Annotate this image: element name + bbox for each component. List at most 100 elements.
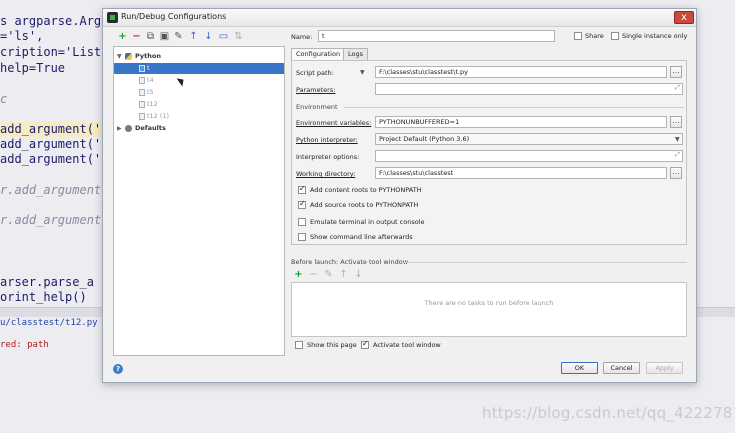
name-label: Name: [291,33,313,41]
show-page-label: Show this page [307,341,357,349]
code-line: ='ls', [0,29,44,43]
parameters-label: Parameters: [296,86,336,94]
tree-item-t12-1[interactable]: t12 (1) [114,111,284,122]
expand-icon[interactable]: ⤢ [675,84,680,92]
code-line: arser.parse_a [0,275,94,289]
code-line: c [0,92,8,106]
move-task-down-icon[interactable]: ↓ [353,269,364,281]
tree-group-defaults[interactable]: ▶ Defaults [114,123,284,134]
tree-group-label: Python [135,52,161,60]
apply-button[interactable]: Apply [646,362,683,374]
interpreter-select[interactable]: Project Default (Python 3.6) [375,133,683,145]
emulate-terminal-checkbox[interactable] [298,218,306,226]
tree-item-t12[interactable]: t12 [114,99,284,110]
add-task-icon[interactable]: + [293,269,304,281]
chevron-down-icon[interactable]: ▼ [675,136,680,143]
tab-logs[interactable]: Logs [343,48,368,60]
single-instance-label: Single instance only [622,32,688,40]
remove-task-icon[interactable]: − [308,269,319,281]
tree-item-t5[interactable]: t5 [114,87,284,98]
code-line: r.add_argument [0,213,102,227]
watermark: https://blog.csdn.net/qq_42227818 [482,404,735,422]
tree-item-label: t12 (1) [147,112,170,120]
interpreter-options-field[interactable] [375,150,683,162]
close-button[interactable]: x [674,11,694,24]
empty-tasks-text: There are no tasks to run before launch [424,299,554,307]
code-line: help=True [0,61,66,75]
activate-tool-checkbox[interactable] [361,339,369,349]
configuration-tree[interactable]: ▼ Python t t4 t5 t12 t12 (1) ▶ Defaults [113,46,285,356]
move-down-icon[interactable]: ↓ [203,31,214,43]
move-up-icon[interactable]: ↑ [188,31,199,43]
python-file-icon [139,77,145,84]
python-file-icon [139,101,145,108]
source-roots-label: Add source roots to PYTHONPATH [310,201,419,209]
share-label: Share [585,32,604,40]
browse-script-button[interactable]: … [670,66,682,78]
tab-configuration[interactable]: Configuration [291,48,346,60]
folder-icon[interactable]: ▭ [218,31,229,43]
script-path-label: Script path: [296,69,334,77]
run-debug-configurations-dialog: Run/Debug Configurations x + − ⧉ ▣ ✎ ↑ ↓… [102,8,697,383]
tree-group-label: Defaults [135,124,166,132]
section-divider [344,107,684,108]
browse-working-dir-button[interactable]: … [670,167,682,179]
interpreter-label: Python interpreter: [296,136,358,144]
tree-item-t4[interactable]: t4 [114,75,284,86]
chevron-right-icon[interactable]: ▶ [117,123,122,134]
sort-icon[interactable]: ⇅ [233,31,244,43]
show-command-line-label: Show command line afterwards [310,233,413,241]
activate-tool-label: Activate tool window [373,341,441,349]
edit-env-vars-button[interactable]: … [670,116,682,128]
add-icon[interactable]: + [117,31,128,43]
run-output-file-path[interactable]: u/classtest/t12.py [0,318,98,328]
code-line-highlighted: add_argument(' [0,122,110,137]
tree-item-label: t5 [147,88,154,96]
content-roots-checkbox[interactable] [298,184,306,194]
code-line: r.add_argument [0,183,102,197]
cancel-button[interactable]: Cancel [603,362,640,374]
emulate-terminal-label: Emulate terminal in output console [310,218,425,226]
name-field[interactable]: t [318,30,555,42]
move-task-up-icon[interactable]: ↑ [338,269,349,281]
ok-button[interactable]: OK [561,362,598,374]
chevron-down-icon[interactable]: ▼ [360,69,365,76]
script-path-field[interactable]: F:\classes\stu\classtest\t.py [375,66,667,78]
chevron-down-icon[interactable]: ▼ [117,51,122,62]
wrench-icon[interactable]: ✎ [173,31,184,43]
environment-section-label[interactable]: Environment [296,103,338,111]
tree-item-label: t12 [147,100,158,108]
save-icon[interactable]: ▣ [159,31,170,43]
code-line: add_argument(' [0,152,102,166]
copy-icon[interactable]: ⧉ [145,31,156,43]
show-page-checkbox[interactable] [295,341,303,349]
show-command-line-checkbox[interactable] [298,233,306,241]
python-icon [125,53,132,60]
run-output-error: red: path [0,340,49,350]
share-checkbox[interactable] [574,32,582,40]
source-roots-checkbox[interactable] [298,199,306,209]
env-vars-field[interactable]: PYTHONUNBUFFERED=1 [375,116,667,128]
dialog-titlebar[interactable]: Run/Debug Configurations x [103,9,696,27]
tree-item-label: t [147,64,150,72]
before-launch-label[interactable]: Before launch: Activate tool window [291,258,408,266]
content-roots-label: Add content roots to PYTHONPATH [310,186,422,194]
parameters-field[interactable] [375,83,683,95]
remove-icon[interactable]: − [131,31,142,43]
help-icon[interactable]: ? [113,364,123,374]
expand-icon[interactable]: ⤢ [675,151,680,159]
tree-item-t[interactable]: t [114,63,284,74]
single-instance-checkbox[interactable] [611,32,619,40]
python-file-icon [139,65,145,72]
tree-item-label: t4 [147,76,154,84]
edit-task-icon[interactable]: ✎ [323,269,334,281]
code-line: add_argument(' [0,137,102,151]
before-launch-tasks-list[interactable]: There are no tasks to run before launch [291,282,687,337]
screen: s argparse.Arg ='ls', cription='List hel… [0,0,735,433]
working-dir-field[interactable]: F:\classes\stu\classtest [375,167,667,179]
code-line: s argparse.Arg [0,14,102,28]
pycharm-icon [107,12,118,23]
defaults-icon [125,125,132,132]
section-divider [403,262,687,263]
tree-group-python[interactable]: ▼ Python [114,51,284,62]
